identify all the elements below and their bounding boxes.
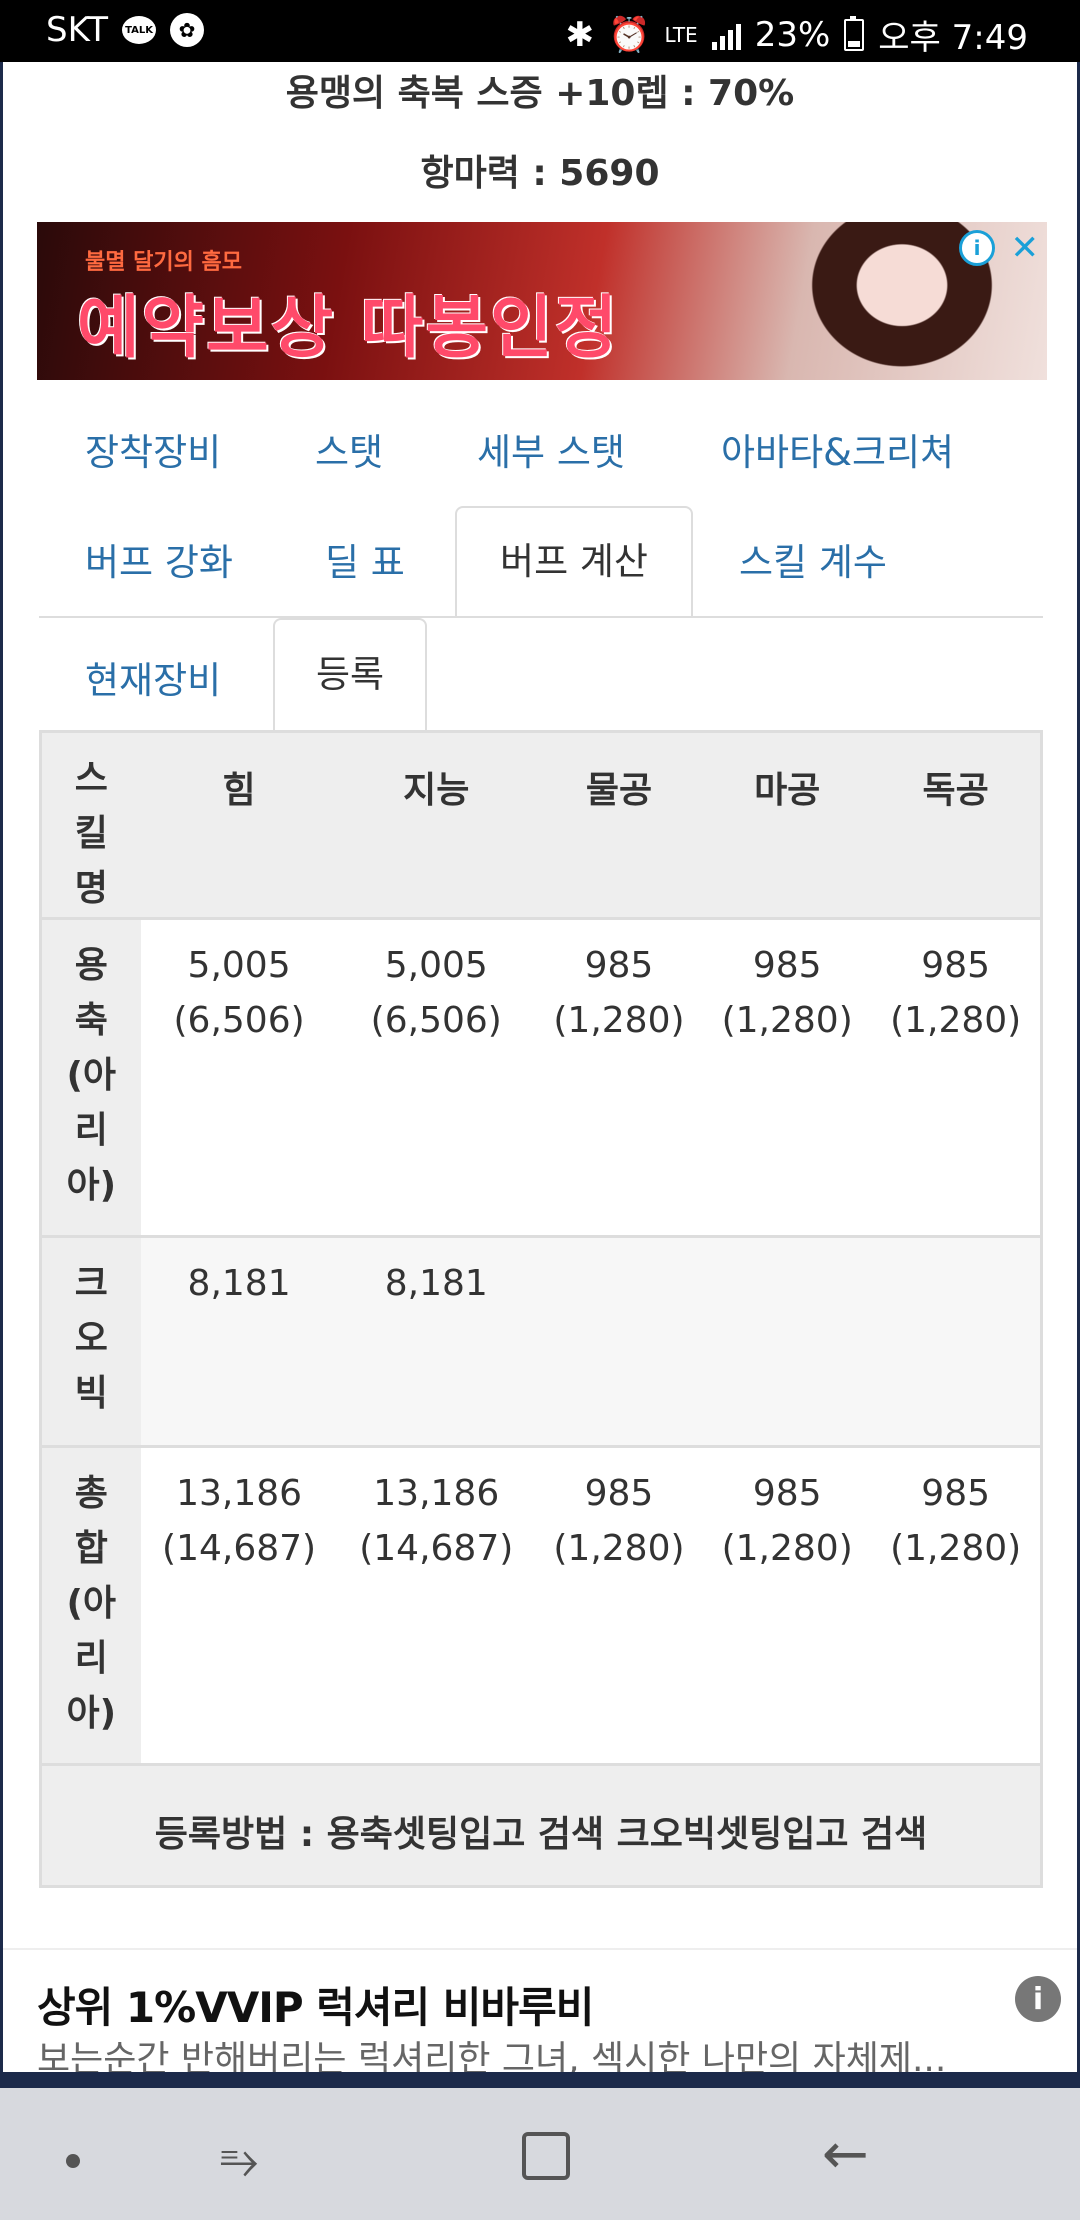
table-cell: 985 (1,280) [534,918,704,1238]
buff-table: 스킬명 힘 지능 물공 마공 독공 용 축 (아 리 아) 5,005 (6,506) 5… [39,730,1043,1888]
tab-detail-stats[interactable]: 세부 스탯 [477,422,625,476]
magic-resist-line: 항마력 : 5690 [420,153,660,194]
ad-title[interactable]: 상위 1%VVIP 럭셔리 비바루비 [37,1974,594,2035]
table-cell: 8,181 [140,1236,338,1448]
buff-stat-line: 용맹의 축복 스증 +10렙 : 70% [285,73,795,114]
tab-buff-calc[interactable]: 버프 계산 [455,506,693,618]
table-cell: 985 (1,280) [534,1446,704,1766]
clock: 오후 7:49 [878,18,1028,58]
table-cell [534,1236,704,1448]
web-page: 용맹의 축복 스증 +10렙 : 70% 항마력 : 5690 불멸 달기의 흠… [3,62,1077,2072]
tab-skill-coefficient[interactable]: 스킬 계수 [739,532,887,586]
tab-avatar-creature[interactable]: 아바타&크리쳐 [721,422,954,476]
tab-stats[interactable]: 스탯 [315,422,383,476]
tab-buff-enhance[interactable]: 버프 강화 [85,532,233,586]
col-header-str: 힘 [140,731,338,920]
table-header-row: 스킬명 힘 지능 물공 마공 독공 [40,731,1042,920]
ad-banner[interactable]: 불멸 달기의 흠모 예약보상 따봉인정 i ✕ [37,222,1047,380]
network-type: LTE [664,22,698,47]
col-header-phys-atk: 물공 [534,731,704,920]
table-cell [703,1236,872,1448]
col-header-ind-atk: 독공 [871,731,1042,920]
tab-equipped-gear[interactable]: 장착장비 [85,422,221,476]
bluetooth-icon: ✱ [565,14,595,55]
recent-apps-icon[interactable]: ⥱ [220,2132,258,2189]
registration-method-note: 등록방법 : 용축셋팅입고 검색 크오빅셋팅입고 검색 [40,1764,1042,1888]
table-cell: 5,005 (6,506) [140,918,338,1238]
col-header-int: 지능 [337,731,535,920]
table-cell: 5,005 (6,506) [337,918,535,1238]
tab-divider [39,616,1043,618]
ad-description[interactable]: 보는순간 반해버리는 럭셔리한 그녀, 섹시한 나만의 자체제... [37,2030,946,2072]
col-header-mag-atk: 마공 [703,731,872,920]
subtab-register[interactable]: 등록 [273,618,427,732]
table-row: 총 합 (아 리 아) 13,186 (14,687) 13,186 (14,687) 98… [40,1446,1042,1766]
table-row: 크오빅 8,181 8,181 [40,1236,1042,1448]
table-footer-row: 등록방법 : 용축셋팅입고 검색 크오빅셋팅입고 검색 [40,1764,1042,1888]
battery-percent: 23% [754,14,831,55]
carrier-label: SKT [46,10,109,50]
subtab-current-gear[interactable]: 현재장비 [85,650,221,704]
table-row: 용 축 (아 리 아) 5,005 (6,506) 5,005 (6,506) 985 (1,… [40,918,1042,1238]
table-cell: 985 (1,280) [703,1446,872,1766]
row-skill-name: 총 합 (아 리 아) [40,1446,141,1766]
ad-info-icon[interactable]: i [959,230,995,266]
back-icon[interactable]: ← [822,2122,869,2187]
home-icon[interactable] [522,2132,570,2180]
skill-name-header: 스킬명 [40,731,141,920]
signal-icon [711,20,741,50]
status-bar: SKT TALK ✿ ✱ ⏰ LTE 23% 오후 7:49 [0,0,1080,62]
app-notification-icon: ✿ [170,13,205,47]
table-cell: 985 (1,280) [871,918,1042,1238]
kakaotalk-icon: TALK [122,16,157,44]
table-cell: 8,181 [337,1236,535,1448]
table-cell: 13,186 (14,687) [140,1446,338,1766]
row-skill-name: 용 축 (아 리 아) [40,918,141,1238]
battery-icon [844,15,865,51]
table-cell: 985 (1,280) [871,1446,1042,1766]
table-cell: 985 (1,280) [703,918,872,1238]
nav-dot-icon[interactable] [66,2154,80,2168]
alarm-icon: ⏰ [608,14,651,55]
banner-headline: 예약보상 따봉인정 [77,289,620,368]
row-skill-name: 크오빅 [40,1236,141,1448]
text-ad[interactable]: 상위 1%VVIP 럭셔리 비바루비 보는순간 반해버리는 럭셔리한 그녀, 섹… [3,1948,1077,2072]
ad-close-icon[interactable]: ✕ [1011,228,1040,268]
table-cell [871,1236,1042,1448]
navigation-bar: ⥱ ← [0,2088,1080,2220]
table-cell: 13,186 (14,687) [337,1446,535,1766]
tab-damage-table[interactable]: 딜 표 [325,532,405,586]
ad-info-icon[interactable]: i [1015,1976,1061,2022]
